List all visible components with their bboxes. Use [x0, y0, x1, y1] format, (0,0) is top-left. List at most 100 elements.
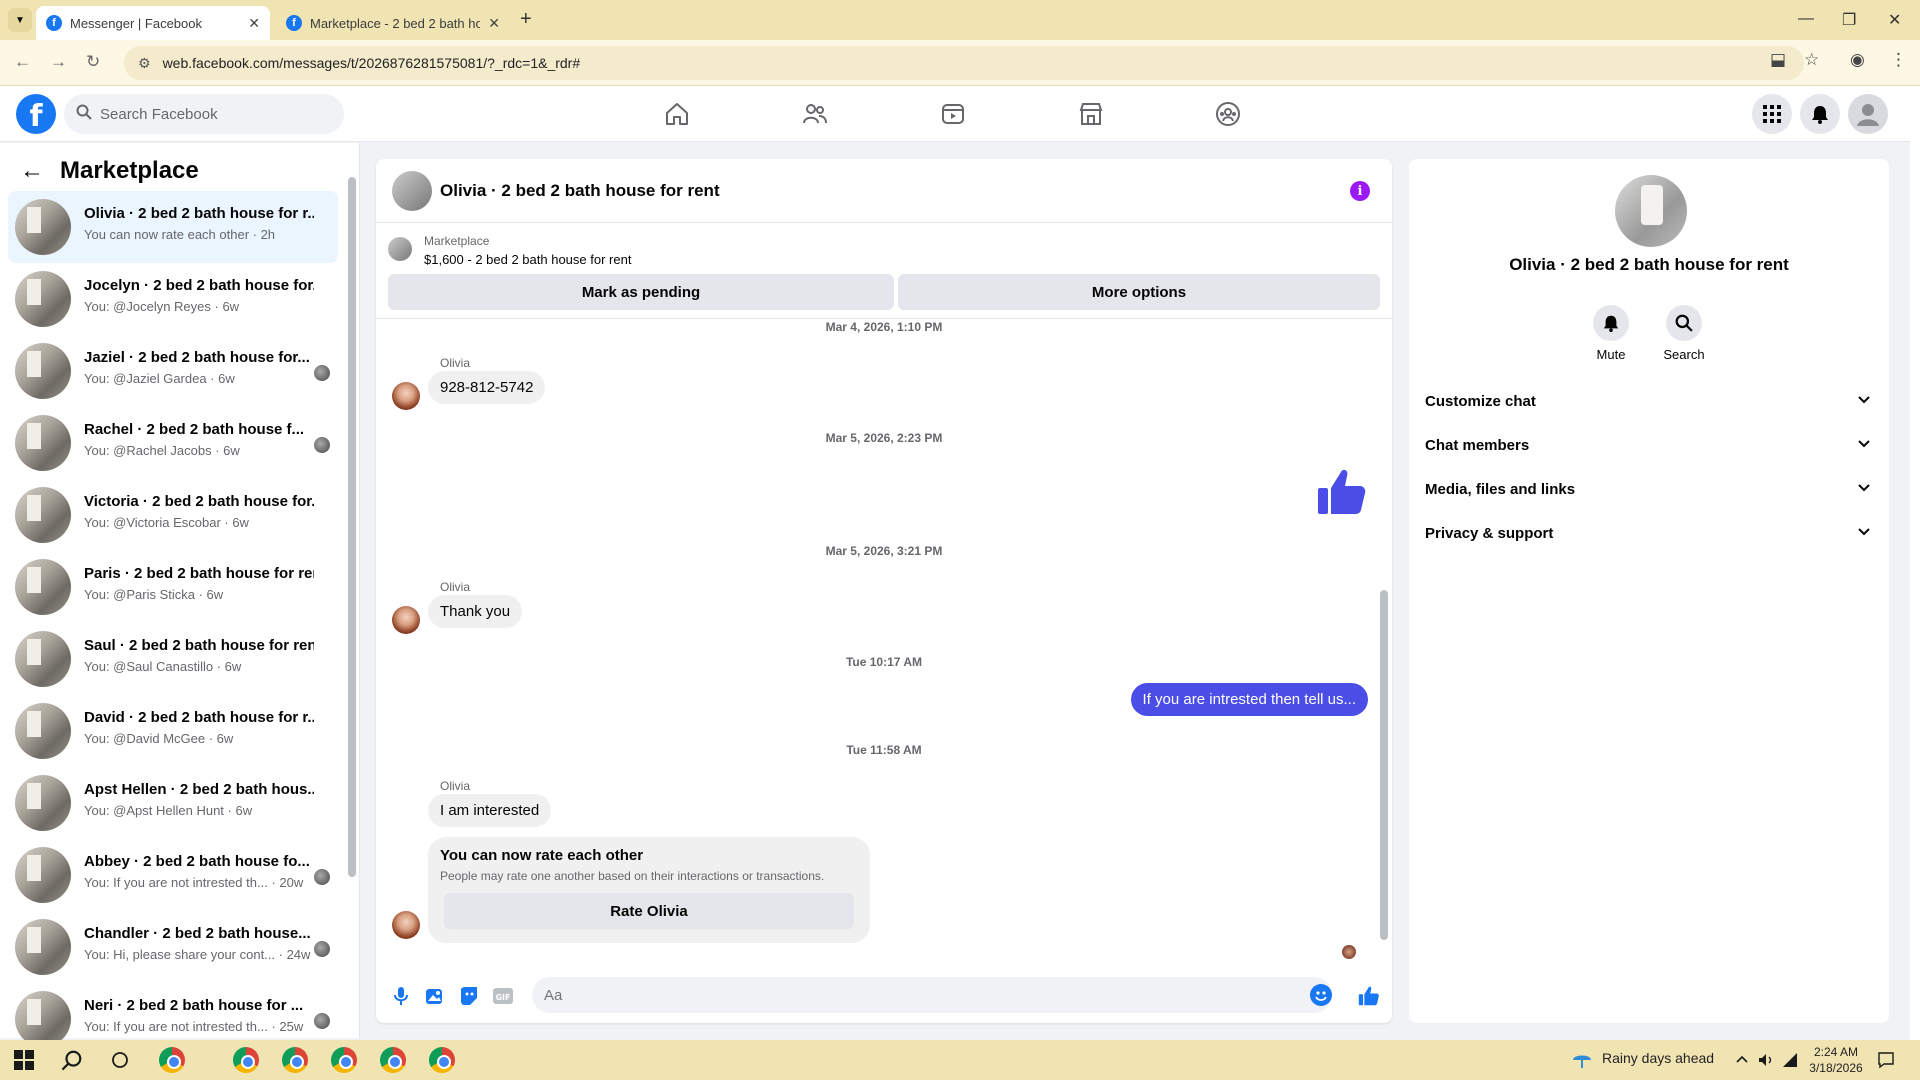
timestamp: Mar 4, 2026, 1:10 PM — [825, 320, 943, 334]
close-tab-icon[interactable]: ✕ — [488, 15, 500, 32]
restore-icon[interactable]: ❐ — [1842, 10, 1856, 30]
tab-messenger[interactable]: f Messenger | Facebook ✕ — [36, 6, 270, 40]
listing-avatar-large[interactable] — [1615, 175, 1687, 247]
rate-card-title: You can now rate each other — [440, 847, 644, 864]
listing-price[interactable]: $1,600 - 2 bed 2 bath house for rent — [424, 252, 631, 267]
customize-chat-section[interactable]: Customize chat — [1425, 381, 1871, 421]
sidebar-scrollbar[interactable] — [348, 163, 356, 1023]
send-like-icon[interactable] — [1358, 985, 1380, 1007]
incoming-message[interactable]: 928-812-5742 — [428, 371, 546, 404]
marketplace-icon[interactable] — [1077, 100, 1105, 128]
search-in-conversation-button[interactable]: Search — [1654, 305, 1714, 362]
facebook-top-nav: f Search Facebook — [0, 86, 1910, 142]
conversation-item[interactable]: Paris · 2 bed 2 bath house for rent You:… — [8, 551, 338, 623]
tab-search-dropdown[interactable]: ▼ — [8, 8, 32, 32]
incoming-message[interactable]: Thank you — [428, 595, 523, 628]
conversation-title: Rachel · 2 bed 2 bath house f... — [84, 421, 305, 438]
incoming-message[interactable]: I am interested — [428, 794, 552, 827]
conversation-title: Apst Hellen · 2 bed 2 bath hous... — [84, 781, 314, 798]
bookmark-star-icon[interactable]: ☆ — [1804, 50, 1819, 70]
search-icon — [76, 104, 92, 124]
conversation-item[interactable]: Apst Hellen · 2 bed 2 bath hous... You: … — [8, 767, 338, 839]
chrome-taskbar-icon[interactable] — [428, 1046, 456, 1074]
windows-start-icon[interactable] — [10, 1046, 38, 1074]
conversation-item[interactable]: Victoria · 2 bed 2 bath house for... You… — [8, 479, 338, 551]
emoji-icon[interactable] — [1310, 984, 1332, 1006]
listing-thumbnail — [15, 991, 71, 1047]
participant-avatar — [314, 941, 330, 957]
taskbar-search-icon[interactable] — [58, 1046, 86, 1074]
conversation-item[interactable]: Chandler · 2 bed 2 bath house... You: Hi… — [8, 911, 338, 983]
message-input[interactable] — [532, 977, 1332, 1013]
install-app-icon[interactable]: ⬓ — [1770, 50, 1786, 70]
back-arrow-icon[interactable]: ← — [20, 157, 44, 185]
notifications-bell-icon[interactable] — [1800, 94, 1840, 134]
network-wifi-icon[interactable] — [1776, 1046, 1804, 1074]
weather-umbrella-icon[interactable] — [1568, 1046, 1596, 1074]
notification-center-icon[interactable] — [1872, 1046, 1900, 1074]
listing-thumbnail — [15, 487, 71, 543]
conversation-list: Olivia · 2 bed 2 bath house for r... You… — [8, 191, 338, 1055]
sender-avatar[interactable] — [392, 382, 420, 410]
close-tab-icon[interactable]: ✕ — [248, 15, 260, 32]
search-placeholder: Search Facebook — [100, 105, 218, 123]
chat-scrollbar[interactable] — [1380, 324, 1388, 954]
sender-avatar[interactable] — [392, 911, 420, 939]
forward-icon[interactable]: → — [50, 52, 67, 72]
media-files-links-section[interactable]: Media, files and links — [1425, 469, 1871, 509]
close-window-icon[interactable]: ✕ — [1888, 10, 1901, 30]
conversation-item[interactable]: Saul · 2 bed 2 bath house for rent You: … — [8, 623, 338, 695]
chrome-taskbar-icon[interactable] — [379, 1046, 407, 1074]
conversation-item[interactable]: Jocelyn · 2 bed 2 bath house for... You:… — [8, 263, 338, 335]
chrome-taskbar-icon[interactable] — [158, 1046, 186, 1074]
mute-button[interactable]: Mute — [1581, 305, 1641, 362]
like-thumbs-up-icon[interactable] — [1316, 466, 1368, 523]
windows-taskbar: Rainy days ahead 2:24 AM 3/18/2026 — [0, 1040, 1920, 1080]
conversation-item[interactable]: David · 2 bed 2 bath house for r... You:… — [8, 695, 338, 767]
conversation-snippet: You: @Saul Canastillo · 6w — [84, 659, 242, 674]
friends-icon[interactable] — [801, 100, 829, 128]
photo-icon[interactable] — [424, 985, 446, 1007]
menu-grid-icon[interactable] — [1752, 94, 1792, 134]
weather-text[interactable]: Rainy days ahead — [1602, 1050, 1714, 1066]
account-avatar[interactable] — [1848, 94, 1888, 134]
taskbar-clock[interactable]: 2:24 AM 3/18/2026 — [1806, 1044, 1866, 1076]
chrome-taskbar-icon[interactable] — [232, 1046, 260, 1074]
home-icon[interactable] — [663, 100, 691, 128]
mark-as-pending-button[interactable]: Mark as pending — [388, 274, 894, 310]
search-facebook-field[interactable]: Search Facebook — [64, 94, 344, 134]
conversation-item[interactable]: Olivia · 2 bed 2 bath house for r... You… — [8, 191, 338, 263]
chrome-taskbar-icon[interactable] — [281, 1046, 309, 1074]
info-icon[interactable]: i — [1350, 181, 1370, 201]
conversation-item[interactable]: Abbey · 2 bed 2 bath house fo... You: If… — [8, 839, 338, 911]
minimize-icon[interactable]: — — [1798, 10, 1814, 28]
listing-thumbnail — [15, 559, 71, 615]
page-scrollbar[interactable] — [1910, 86, 1920, 1040]
gif-icon[interactable]: GIF — [492, 985, 514, 1007]
browser-menu-icon[interactable]: ⋮ — [1890, 50, 1907, 70]
site-info-icon[interactable]: ⚙ — [138, 55, 151, 72]
sender-avatar[interactable] — [392, 606, 420, 634]
conversation-item[interactable]: Rachel · 2 bed 2 bath house f... You: @R… — [8, 407, 338, 479]
video-icon[interactable] — [939, 100, 967, 128]
chrome-taskbar-icon[interactable] — [330, 1046, 358, 1074]
microphone-icon[interactable] — [390, 985, 412, 1007]
profile-icon[interactable]: ◉ — [1850, 50, 1865, 70]
task-view-icon[interactable] — [106, 1046, 134, 1074]
chat-title[interactable]: Olivia · 2 bed 2 bath house for rent — [440, 181, 720, 201]
url-field[interactable]: ⚙ web.facebook.com/messages/t/2026876281… — [124, 46, 1804, 80]
sticker-icon[interactable] — [458, 985, 480, 1007]
more-options-button[interactable]: More options — [898, 274, 1380, 310]
new-tab-button[interactable]: + — [520, 8, 532, 31]
chat-avatar[interactable] — [392, 171, 432, 211]
chat-members-section[interactable]: Chat members — [1425, 425, 1871, 465]
facebook-logo-icon[interactable]: f — [16, 94, 56, 134]
groups-icon[interactable] — [1214, 100, 1242, 128]
reload-icon[interactable]: ↻ — [86, 52, 100, 72]
outgoing-message[interactable]: If you are intrested then tell us... — [1130, 683, 1368, 716]
tab-marketplace[interactable]: f Marketplace - 2 bed 2 bath hou ✕ — [276, 6, 510, 40]
conversation-item[interactable]: Jaziel · 2 bed 2 bath house for... You: … — [8, 335, 338, 407]
privacy-support-section[interactable]: Privacy & support — [1425, 513, 1871, 553]
back-icon[interactable]: ← — [14, 52, 31, 72]
rate-olivia-button[interactable]: Rate Olivia — [444, 893, 854, 929]
